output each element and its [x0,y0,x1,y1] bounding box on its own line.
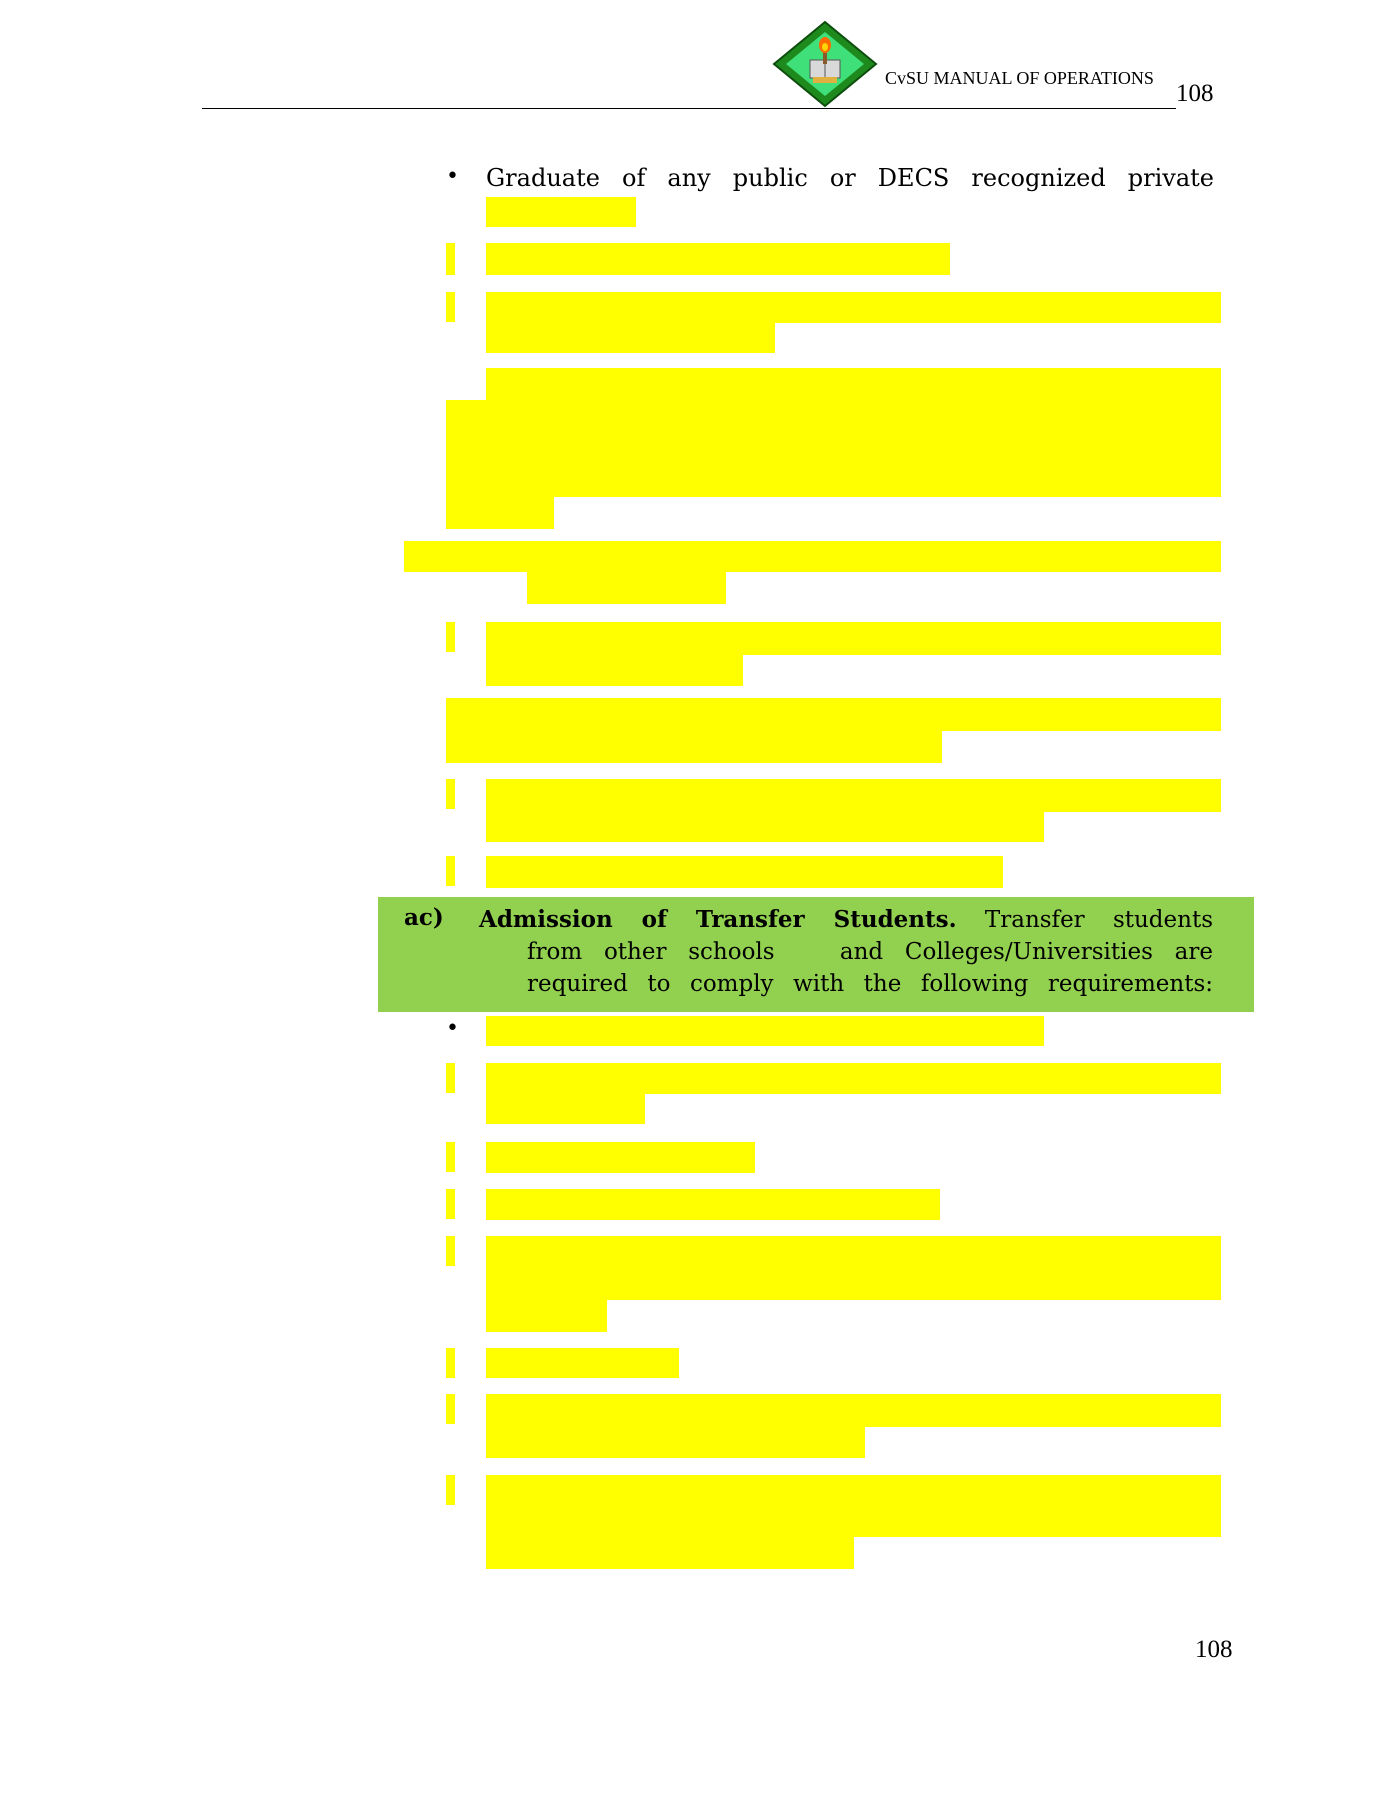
highlight-block [486,1063,1221,1094]
highlight-block [486,292,1221,323]
highlight-block [486,322,775,353]
bullet-marker [446,292,455,322]
section-line-1: Admission of Transfer Students. Transfer… [479,904,1213,936]
highlight-block [486,197,636,227]
highlight-block [486,243,950,275]
bullet-marker [446,1475,455,1505]
highlight-block [486,1348,679,1378]
bullet-marker [446,779,455,809]
section-text: Admission of Transfer Students. Transfer… [479,904,1213,1000]
highlight-block [486,1236,1221,1300]
highlight-block [486,1394,1221,1427]
highlight-block [446,400,1221,497]
section-line-1-rest: Transfer students [984,907,1213,933]
highlight-block [486,1426,865,1458]
university-logo [772,20,878,108]
bullet: • [446,164,459,189]
highlight-block [486,1537,854,1569]
header-rule [202,108,1176,109]
highlight-block [446,698,1221,731]
section-heading: Admission of Transfer Students. [479,906,957,933]
highlight-block [486,1016,1044,1046]
header-page-number: 108 [1176,80,1214,107]
highlight-block [446,730,942,763]
bullet-marker [446,1236,455,1266]
highlight-block [486,1299,607,1332]
bullet: • [446,1016,459,1041]
highlight-block [486,622,1221,655]
highlight-block [446,496,554,529]
highlight-block [486,1475,1221,1537]
section-label: ac) [404,904,444,931]
section-line-2: from other schools and Colleges/Universi… [527,939,1213,965]
footer-page-number: 108 [1195,1636,1233,1663]
bullet-marker [446,1348,455,1378]
highlight-block [527,571,726,604]
highlight-block [486,779,1221,812]
highlight-block [486,1142,755,1173]
highlight-block [404,541,1221,572]
highlight-block [486,1189,940,1220]
list-item-text: Graduate of any public or DECS recognize… [486,164,1214,192]
bullet-marker [446,856,455,886]
bullet-marker [446,1189,455,1219]
bullet-marker [446,1142,455,1172]
highlight-block [486,856,1003,888]
highlight-block [486,368,1221,401]
highlight-block [486,654,743,686]
header-title: CvSU MANUAL OF OPERATIONS [885,68,1154,88]
bullet-marker [446,243,455,275]
section-line-3: required to comply with the following re… [527,971,1213,997]
bullet-marker [446,622,455,652]
bullet-marker [446,1063,455,1093]
bullet-marker [446,1394,455,1424]
highlight-block [486,811,1044,842]
highlight-block [486,1093,645,1124]
